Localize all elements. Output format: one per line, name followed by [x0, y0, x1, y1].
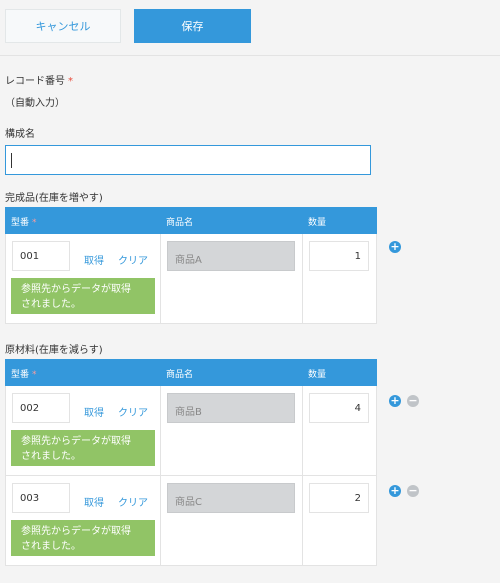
product-name-field: 商品A — [167, 241, 295, 271]
product-name-field: 商品B — [167, 393, 295, 423]
required-mark: * — [68, 76, 73, 87]
message-line: されました。 — [21, 541, 81, 552]
config-name-label: 構成名 — [5, 129, 35, 140]
code-input[interactable]: 001 — [12, 241, 70, 271]
lookup-success-message: 参照先からデータが取得 されました。 — [11, 430, 155, 466]
header-quantity: 数量 — [308, 218, 327, 228]
clear-link[interactable]: クリア — [118, 252, 148, 267]
record-number-label: レコード番号 * — [5, 72, 73, 87]
required-mark: * — [32, 370, 37, 380]
cell-divider — [302, 476, 303, 565]
code-input[interactable]: 003 — [12, 483, 70, 513]
add-row-icon[interactable]: + — [389, 485, 401, 497]
config-name-input[interactable] — [5, 145, 371, 175]
materials-section-title: 原材料(在庫を減らす) — [5, 345, 103, 356]
message-line: 参照先からデータが取得 — [21, 526, 131, 537]
header-code: 型番 * — [11, 367, 37, 380]
record-number-label-text: レコード番号 — [5, 76, 65, 87]
cancel-button[interactable]: キャンセル — [5, 9, 121, 43]
toolbar: キャンセル 保存 — [0, 0, 500, 56]
header-quantity: 数量 — [308, 370, 327, 380]
header-product: 商品名 — [166, 370, 194, 380]
materials-table: 型番 * 商品名 数量 002 取得 クリア 商品B 4 参照先からデータが取得 … — [5, 359, 377, 566]
fetch-link[interactable]: 取得 — [84, 404, 104, 419]
header-code-text: 型番 — [11, 218, 30, 228]
quantity-input[interactable]: 4 — [309, 393, 369, 423]
code-input[interactable]: 002 — [12, 393, 70, 423]
quantity-input[interactable]: 2 — [309, 483, 369, 513]
message-line: 参照先からデータが取得 — [21, 436, 131, 447]
finished-section-title: 完成品(在庫を増やす) — [5, 193, 103, 204]
header-product: 商品名 — [166, 218, 194, 228]
text-caret — [11, 153, 12, 168]
remove-row-icon[interactable]: − — [407, 395, 419, 407]
table-row: 002 取得 クリア 商品B 4 参照先からデータが取得 されました。 — [5, 386, 377, 476]
cell-divider — [302, 386, 303, 475]
required-mark: * — [32, 218, 37, 228]
clear-link[interactable]: クリア — [118, 494, 148, 509]
record-number-value: （自動入力） — [5, 98, 65, 109]
add-row-icon[interactable]: + — [389, 395, 401, 407]
fetch-link[interactable]: 取得 — [84, 494, 104, 509]
product-name-field: 商品C — [167, 483, 295, 513]
quantity-input[interactable]: 1 — [309, 241, 369, 271]
clear-link[interactable]: クリア — [118, 404, 148, 419]
table-row: 003 取得 クリア 商品C 2 参照先からデータが取得 されました。 — [5, 476, 377, 566]
cell-divider — [160, 234, 161, 323]
cell-divider — [160, 386, 161, 475]
lookup-success-message: 参照先からデータが取得 されました。 — [11, 278, 155, 314]
materials-table-header: 型番 * 商品名 数量 — [5, 359, 377, 386]
lookup-success-message: 参照先からデータが取得 されました。 — [11, 520, 155, 556]
message-line: されました。 — [21, 451, 81, 462]
finished-table: 型番 * 商品名 数量 001 取得 クリア 商品A 1 参照先からデータが取得 … — [5, 207, 377, 324]
cell-divider — [160, 476, 161, 565]
cell-divider — [302, 234, 303, 323]
fetch-link[interactable]: 取得 — [84, 252, 104, 267]
save-button[interactable]: 保存 — [134, 9, 251, 43]
message-line: されました。 — [21, 299, 81, 310]
remove-row-icon[interactable]: − — [407, 485, 419, 497]
message-line: 参照先からデータが取得 — [21, 284, 131, 295]
table-row: 001 取得 クリア 商品A 1 参照先からデータが取得 されました。 — [5, 234, 377, 324]
finished-table-header: 型番 * 商品名 数量 — [5, 207, 377, 234]
header-code-text: 型番 — [11, 370, 30, 380]
add-row-icon[interactable]: + — [389, 241, 401, 253]
header-code: 型番 * — [11, 215, 37, 228]
